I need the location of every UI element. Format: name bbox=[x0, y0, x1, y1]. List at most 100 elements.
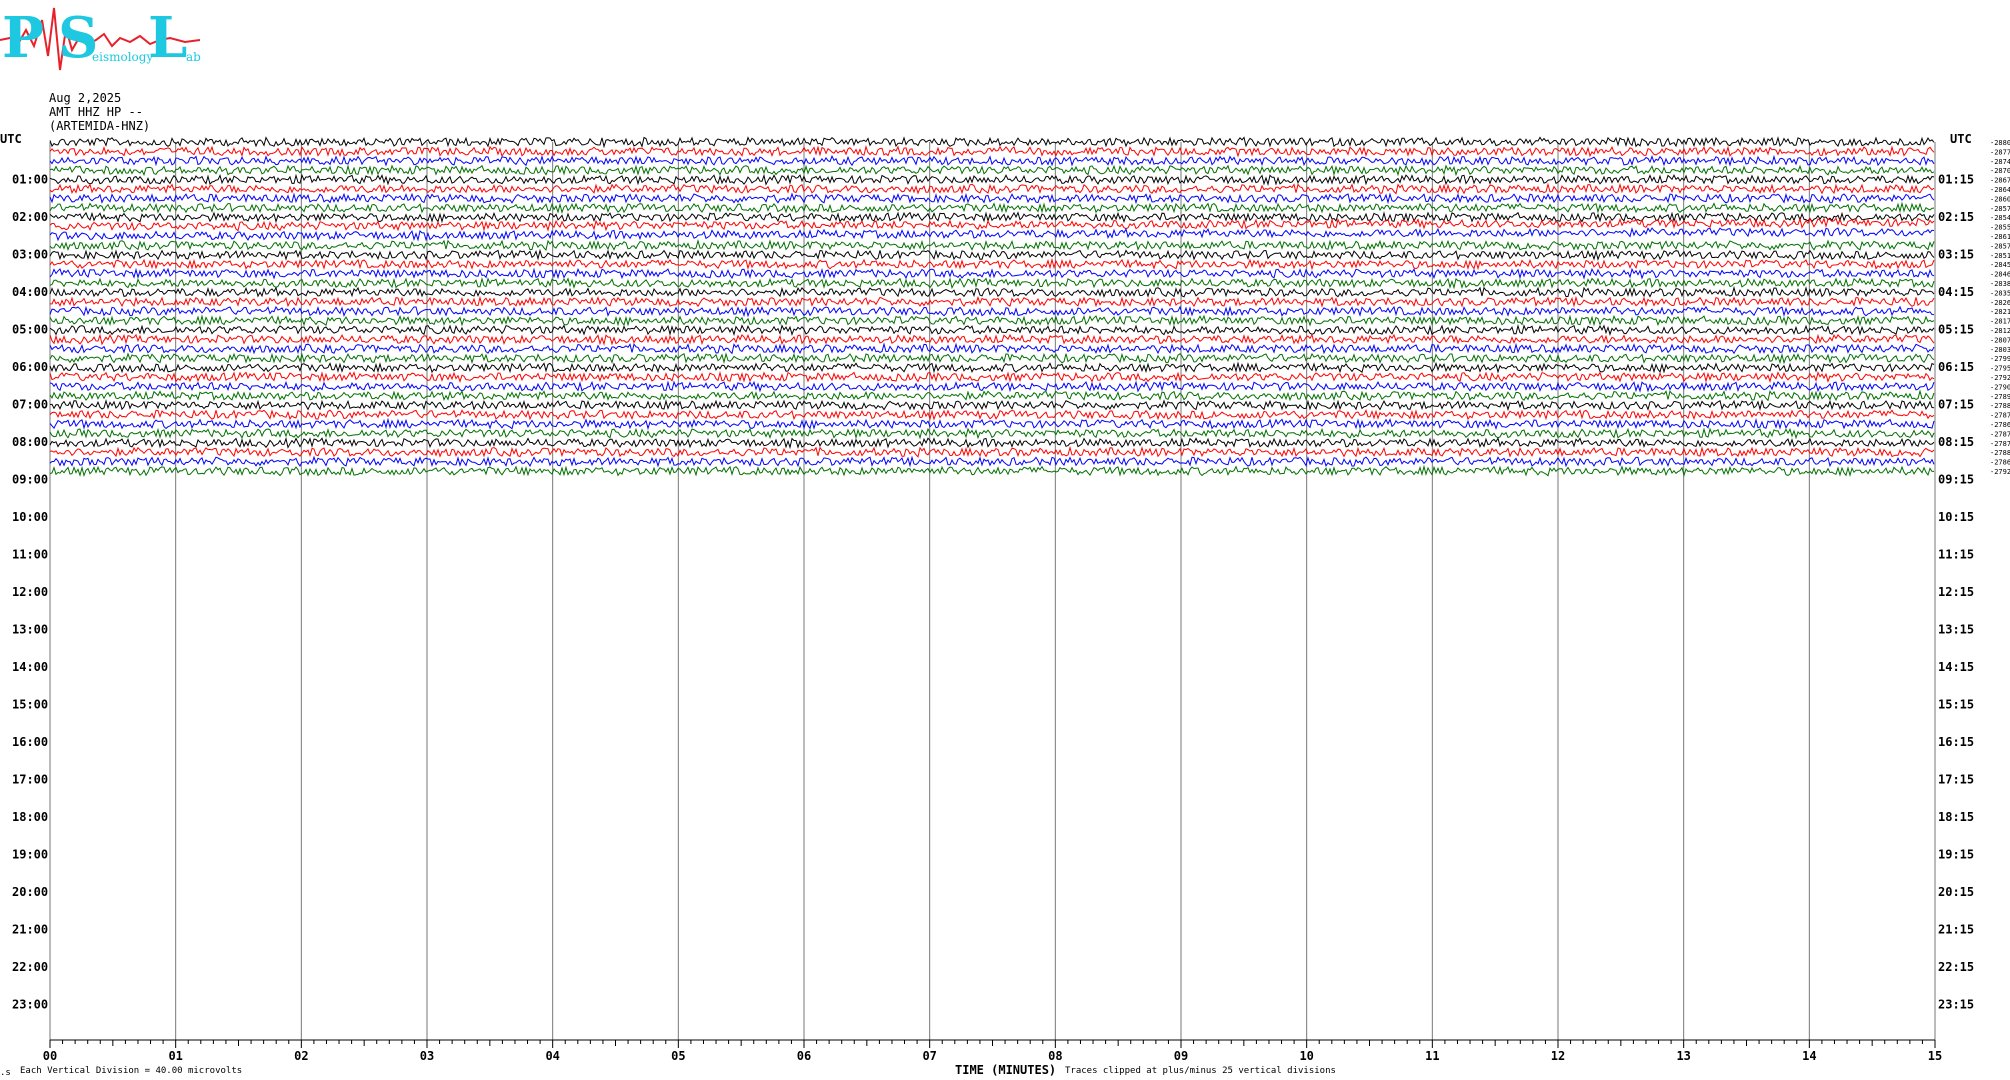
right-hour-label: 13:15 bbox=[1938, 623, 1974, 637]
seismic-trace bbox=[49, 211, 1935, 224]
left-hour-label: 23:00 bbox=[12, 998, 48, 1012]
seismic-trace bbox=[49, 445, 1935, 458]
seismic-trace bbox=[49, 333, 1935, 346]
trace-offset-label: -27882 bbox=[1990, 402, 2010, 410]
trace-offset-label: -27996 bbox=[1990, 355, 2010, 363]
trace-offset-label: -28121 bbox=[1990, 327, 2010, 335]
trace-offset-label: -27873 bbox=[1990, 412, 2010, 420]
seismic-trace bbox=[49, 192, 1935, 205]
x-tick-label: 13 bbox=[1676, 1049, 1690, 1063]
trace-offset-label: -28217 bbox=[1990, 308, 2010, 316]
left-hour-label: 05:00 bbox=[12, 323, 48, 337]
left-hour-label: 02:00 bbox=[12, 210, 48, 224]
x-tick-label: 05 bbox=[671, 1049, 685, 1063]
seismic-trace bbox=[49, 464, 1934, 478]
left-hour-label: 16:00 bbox=[12, 735, 48, 749]
seismic-trace bbox=[49, 455, 1935, 468]
left-utc-label: UTC bbox=[0, 132, 22, 146]
seismic-trace bbox=[49, 427, 1935, 440]
seismic-trace bbox=[49, 238, 1935, 252]
seismic-trace bbox=[49, 257, 1935, 271]
trace-offset-label: -28570 bbox=[1990, 242, 2010, 250]
x-tick-label: 02 bbox=[294, 1049, 308, 1063]
right-hour-label: 01:15 bbox=[1938, 173, 1974, 187]
left-hour-label: 21:00 bbox=[12, 923, 48, 937]
trace-offset-label: -28619 bbox=[1990, 233, 2010, 241]
right-hour-label: 17:15 bbox=[1938, 773, 1974, 787]
trace-offset-label: -28071 bbox=[1990, 336, 2010, 344]
seismic-trace bbox=[49, 267, 1935, 280]
left-hour-label: 03:00 bbox=[12, 248, 48, 262]
left-hour-label: 15:00 bbox=[12, 698, 48, 712]
x-tick-label: 08 bbox=[1048, 1049, 1062, 1063]
right-hour-label: 10:15 bbox=[1938, 510, 1974, 524]
seismic-trace bbox=[49, 145, 1935, 158]
seismic-trace bbox=[49, 380, 1935, 393]
left-hour-label: 11:00 bbox=[12, 548, 48, 562]
right-hour-label: 02:15 bbox=[1938, 210, 1974, 224]
trace-offset-label: -28674 bbox=[1990, 177, 2010, 185]
trace-offset-label: -27898 bbox=[1990, 393, 2010, 401]
x-tick-label: 11 bbox=[1425, 1049, 1439, 1063]
x-tick-label: 12 bbox=[1551, 1049, 1565, 1063]
seismic-trace bbox=[49, 436, 1935, 450]
seismic-trace bbox=[49, 285, 1935, 299]
right-hour-label: 23:15 bbox=[1938, 998, 1974, 1012]
seismic-trace bbox=[49, 352, 1935, 365]
trace-offset-label: -28261 bbox=[1990, 299, 2010, 307]
left-hour-label: 04:00 bbox=[12, 285, 48, 299]
right-hour-label: 16:15 bbox=[1938, 735, 1974, 749]
trace-offset-label: -28808 bbox=[1990, 139, 2010, 147]
x-tick-label: 03 bbox=[420, 1049, 434, 1063]
right-hour-label: 22:15 bbox=[1938, 960, 1974, 974]
seismic-trace bbox=[49, 136, 1935, 149]
x-tick-label: 10 bbox=[1299, 1049, 1313, 1063]
x-tick-label: 14 bbox=[1802, 1049, 1816, 1063]
left-hour-label: 06:00 bbox=[12, 360, 48, 374]
x-tick-label: 07 bbox=[922, 1049, 936, 1063]
seismic-traces bbox=[49, 136, 1935, 478]
trace-offset-label: -28353 bbox=[1990, 289, 2010, 297]
trace-offset-label: -28516 bbox=[1990, 252, 2010, 260]
seismic-trace bbox=[49, 314, 1935, 327]
right-hour-label: 19:15 bbox=[1938, 848, 1974, 862]
left-hour-label: 08:00 bbox=[12, 435, 48, 449]
right-hour-label: 20:15 bbox=[1938, 885, 1974, 899]
x-axis-title: TIME (MINUTES) bbox=[955, 1063, 1057, 1077]
helicorder-plot: 00 01 02 03 04 05 06 07 08 09 10 11 12 13 14 15 UTC UTC 01… bbox=[0, 132, 2010, 1063]
seismic-trace bbox=[49, 342, 1935, 355]
trace-offset-label: -27874 bbox=[1990, 440, 2010, 448]
seismic-trace bbox=[49, 226, 1935, 242]
right-hour-label: 07:15 bbox=[1938, 398, 1974, 412]
right-hour-label: 05:15 bbox=[1938, 323, 1974, 337]
x-tick-label: 09 bbox=[1174, 1049, 1188, 1063]
trace-offset-label: -28038 bbox=[1990, 346, 2010, 354]
left-hour-label: 19:00 bbox=[12, 848, 48, 862]
left-hour-label: 14:00 bbox=[12, 660, 48, 674]
seismic-trace bbox=[49, 164, 1935, 177]
right-hour-label: 04:15 bbox=[1938, 285, 1974, 299]
right-hour-label: 09:15 bbox=[1938, 473, 1974, 487]
seismic-trace bbox=[49, 361, 1935, 374]
left-hour-label: 09:00 bbox=[12, 473, 48, 487]
left-hour-label: 20:00 bbox=[12, 885, 48, 899]
x-tick-label: 04 bbox=[545, 1049, 559, 1063]
right-hour-label: 08:15 bbox=[1938, 435, 1974, 449]
seismic-trace bbox=[49, 295, 1935, 308]
left-hour-label: 18:00 bbox=[12, 810, 48, 824]
x-tick-label: 15 bbox=[1928, 1049, 1942, 1063]
seismic-trace bbox=[49, 417, 1935, 431]
seismic-trace bbox=[49, 409, 1935, 421]
trace-offset-label: -27927 bbox=[1990, 374, 2010, 382]
seismic-trace bbox=[49, 248, 1935, 261]
right-hour-label: 06:15 bbox=[1938, 360, 1974, 374]
trace-offset-label: -28704 bbox=[1990, 167, 2010, 175]
trace-offset-label: -28640 bbox=[1990, 186, 2010, 194]
seismic-trace bbox=[49, 154, 1935, 167]
left-hour-label: 07:00 bbox=[12, 398, 48, 412]
right-hour-label: 15:15 bbox=[1938, 698, 1974, 712]
right-hour-label: 18:15 bbox=[1938, 810, 1974, 824]
x-tick-label: 06 bbox=[797, 1049, 811, 1063]
left-hour-label: 01:00 bbox=[12, 173, 48, 187]
trace-offset-label: -28741 bbox=[1990, 158, 2010, 166]
